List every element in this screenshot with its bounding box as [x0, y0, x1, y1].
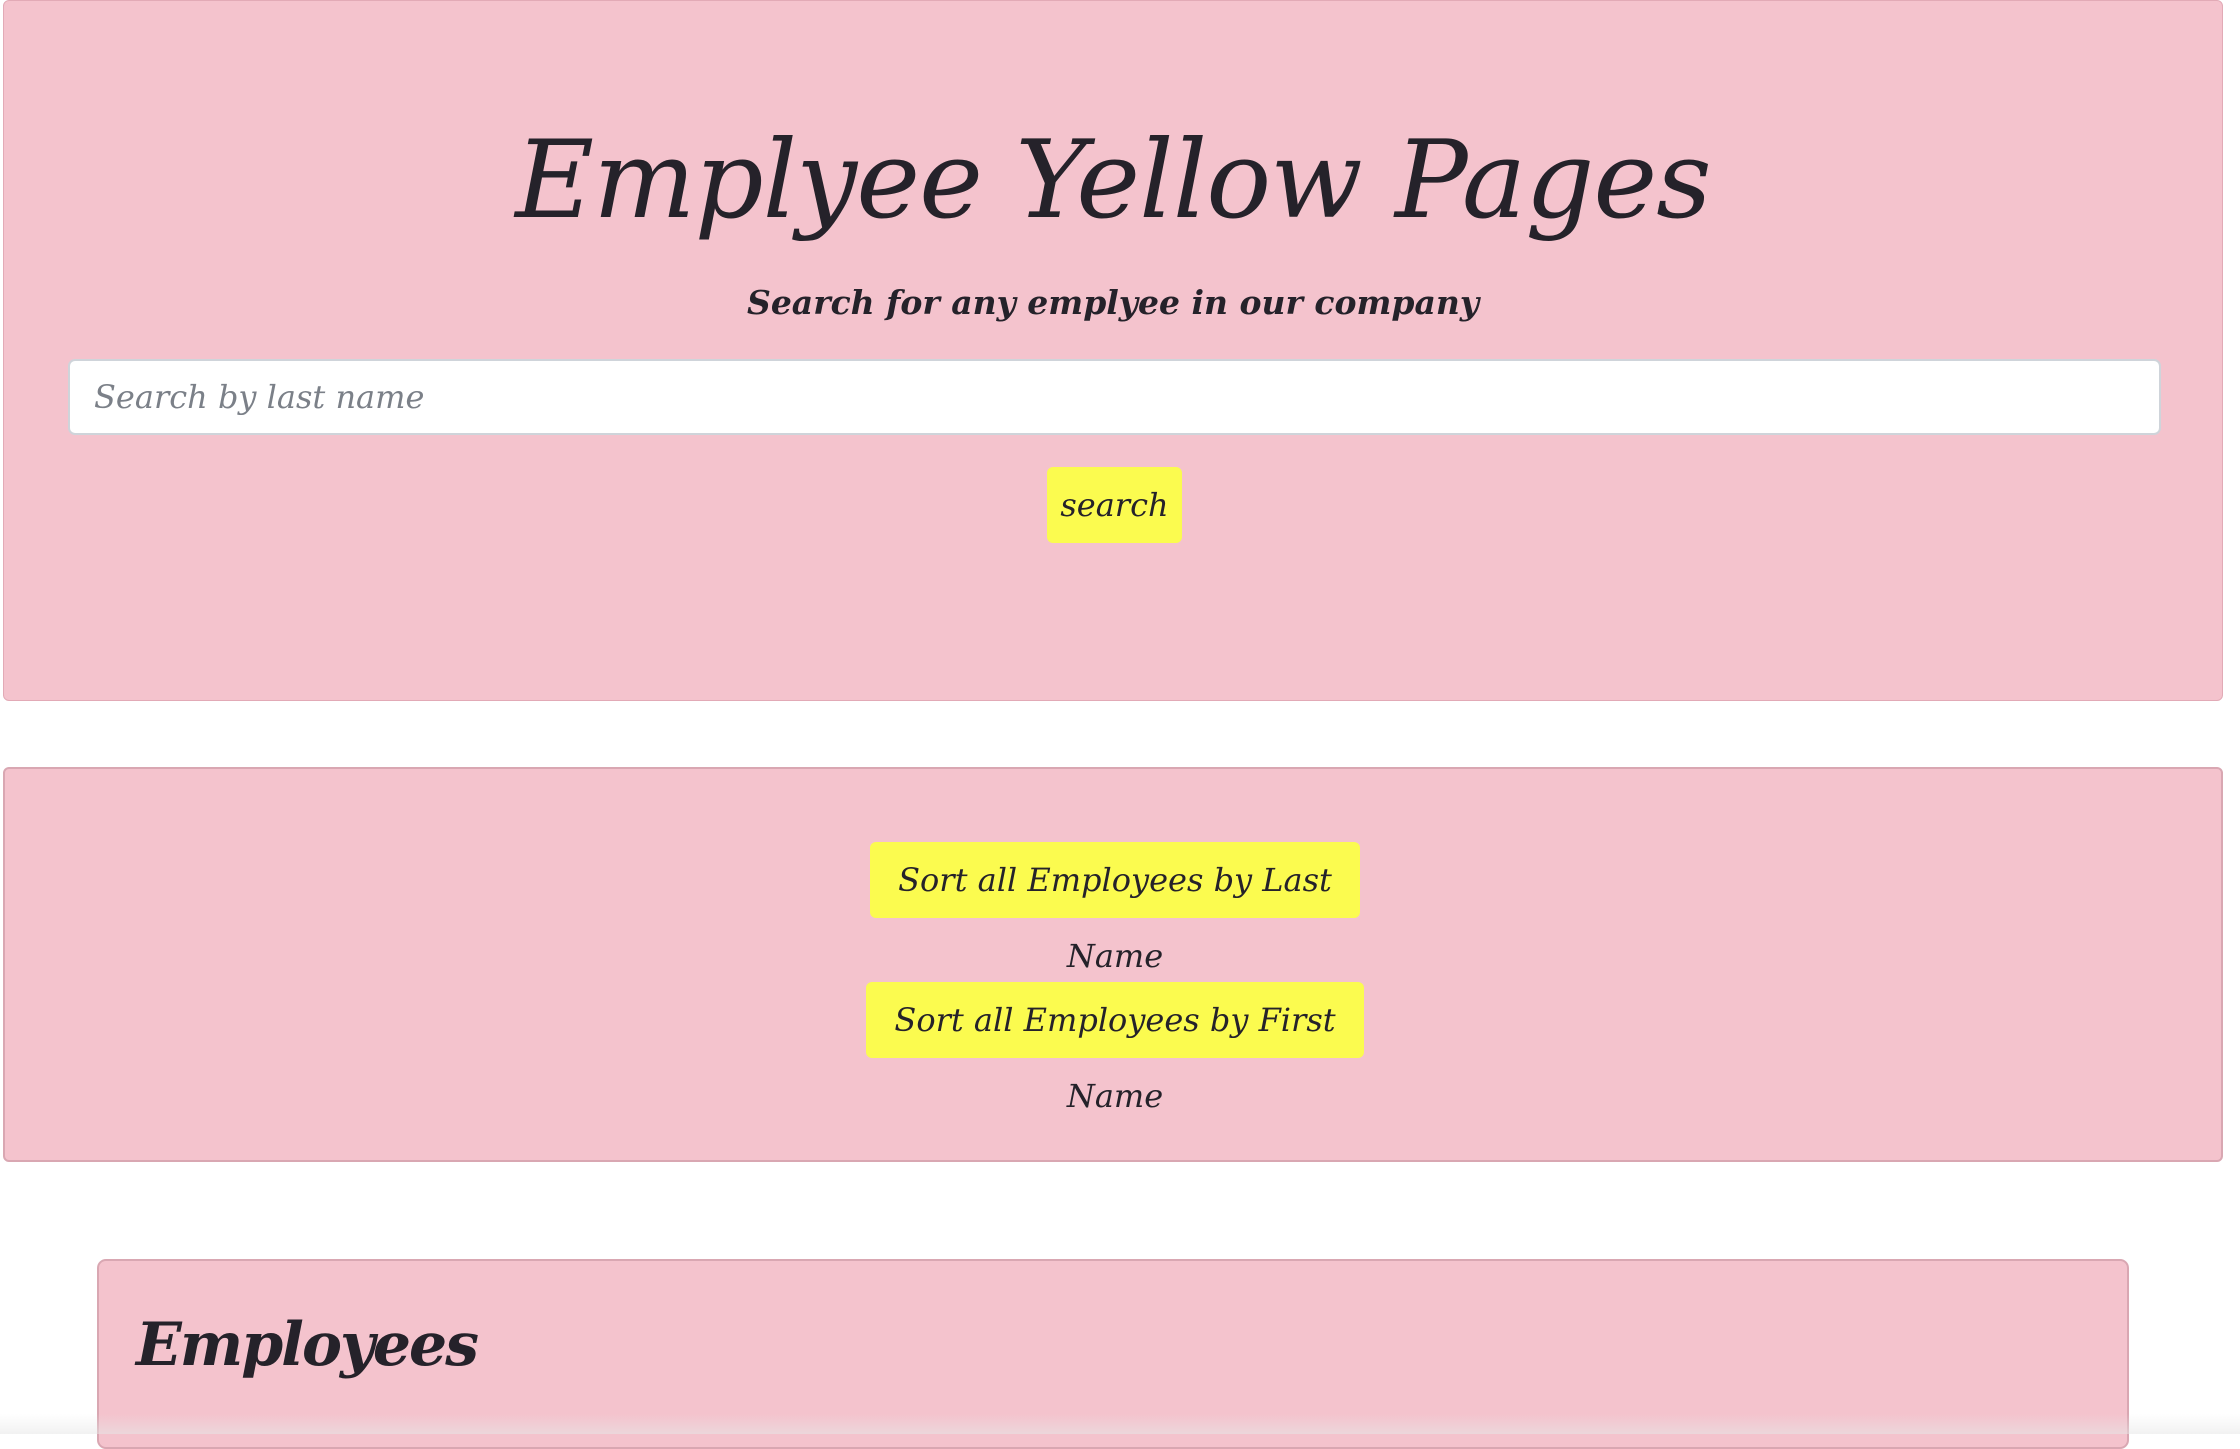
sort-by-last-name-button[interactable]: Sort all Employees by Last Name: [870, 842, 1360, 918]
page-subtitle: Search for any emplyee in our company: [4, 281, 2222, 325]
employees-card: Employees: [97, 1259, 2129, 1449]
search-button[interactable]: search: [1047, 467, 1182, 543]
hero-banner: Emplyee Yellow Pages Search for any empl…: [3, 0, 2223, 701]
sort-panel: Sort all Employees by Last Name Sort all…: [3, 767, 2223, 1162]
page-title: Emplyee Yellow Pages: [4, 121, 2222, 241]
sort-by-first-name-button[interactable]: Sort all Employees by First Name: [866, 982, 1364, 1058]
employees-heading: Employees: [136, 1305, 477, 1385]
last-name-search-input[interactable]: [68, 359, 2161, 435]
